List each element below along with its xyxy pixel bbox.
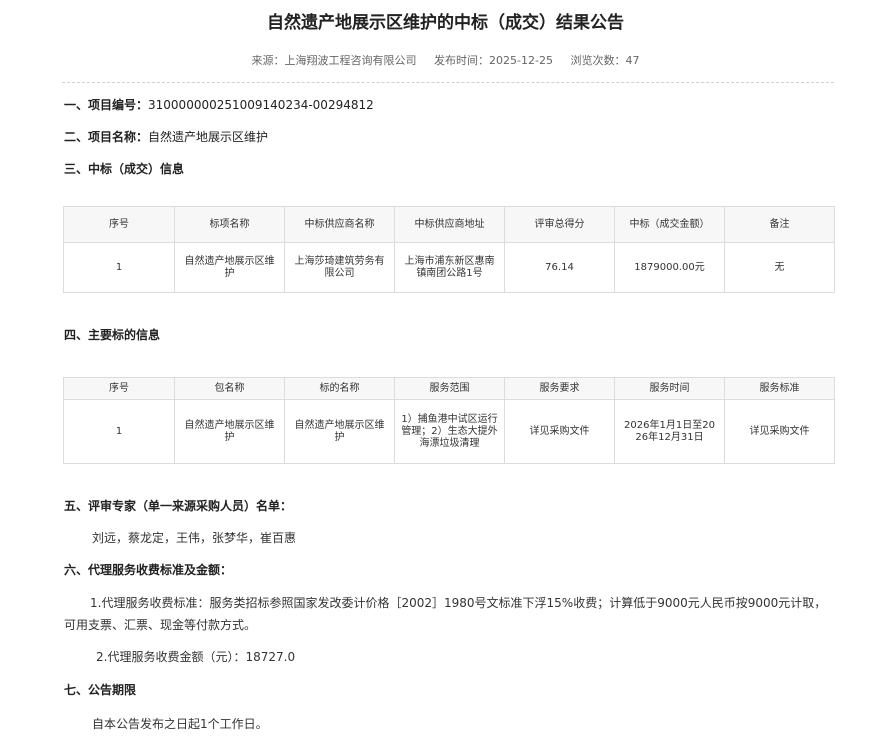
subject-info-heading: 四、主要标的信息 (64, 328, 161, 342)
award-header-cell: 中标供应商地址 (394, 206, 505, 243)
fee-standard-text: 1.代理服务收费标准：服务类招标参照国家发改委计价格［2002］1980号文标准… (64, 596, 827, 632)
award-table-header: 序号 标项名称 中标供应商名称 中标供应商地址 评审总得分 中标（成交金额） 备… (63, 206, 835, 243)
award-table: 序号 标项名称 中标供应商名称 中标供应商地址 评审总得分 中标（成交金额） 备… (63, 206, 835, 293)
source-label: 来源： (251, 54, 285, 67)
subject-cell-index: 1 (63, 399, 175, 464)
table-row: 1 自然遗产地展示区维护 自然遗产地展示区维护 1）捕鱼港中试区运行管理；2）生… (63, 399, 835, 464)
subject-table: 序号 包名称 标的名称 服务范围 服务要求 服务时间 服务标准 1 自然遗产地展… (63, 377, 835, 464)
award-info-heading: 三、中标（成交）信息 (64, 162, 185, 176)
award-cell-score: 76.14 (504, 242, 615, 293)
project-name-value: 自然遗产地展示区维护 (148, 130, 269, 144)
project-number-label: 一、项目编号： (64, 98, 149, 112)
award-header-cell: 中标供应商名称 (284, 206, 395, 243)
award-cell-amount: 1879000.00元 (614, 242, 725, 293)
experts-list: 刘远，蔡龙定，王伟，张梦华，崔百惠 (92, 531, 297, 545)
award-header-cell: 备注 (724, 206, 835, 243)
experts-heading: 五、评审专家（单一来源采购人员）名单： (64, 499, 293, 513)
project-name-line: 二、项目名称：自然遗产地展示区维护 (64, 128, 268, 145)
source-value: 上海翔波工程咨询有限公司 (284, 54, 417, 67)
subject-header-cell: 包名称 (174, 377, 285, 400)
article-meta: 来源：上海翔波工程咨询有限公司 发布时间：2025-12-25 浏览次数：47 (0, 52, 891, 68)
award-cell-lot-name: 自然遗产地展示区维护 (174, 242, 285, 293)
subject-cell-package-name: 自然遗产地展示区维护 (174, 399, 285, 464)
subject-header-cell: 服务要求 (504, 377, 615, 400)
subject-header-cell: 标的名称 (284, 377, 395, 400)
views-value: 47 (625, 54, 640, 67)
subject-cell-subject-name: 自然遗产地展示区维护 (284, 399, 395, 464)
subject-header-cell: 服务时间 (614, 377, 725, 400)
award-cell-supplier-address: 上海市浦东新区惠南镇南团公路1号 (394, 242, 505, 293)
subject-cell-service-time: 2026年1月1日至2026年12月31日 (614, 399, 725, 464)
view-count: 浏览次数：47 (570, 54, 639, 67)
date-label: 发布时间： (434, 54, 490, 67)
header-divider (62, 82, 834, 83)
subject-header-cell: 序号 (63, 377, 175, 400)
date-value: 2025-12-25 (489, 54, 553, 67)
views-label: 浏览次数： (570, 54, 626, 67)
award-cell-supplier-name: 上海莎琦建筑劳务有限公司 (284, 242, 395, 293)
subject-header-cell: 服务标准 (724, 377, 835, 400)
subject-header-cell: 服务范围 (394, 377, 505, 400)
subject-cell-service-scope: 1）捕鱼港中试区运行管理；2）生态大提外海漂垃圾清理 (394, 399, 505, 464)
subject-cell-service-standard: 详见采购文件 (724, 399, 835, 464)
award-cell-remark: 无 (724, 242, 835, 293)
fee-amount-text: 2.代理服务收费金额（元）：18727.0 (96, 650, 296, 664)
notice-period-heading: 七、公告期限 (64, 683, 137, 697)
project-number-value: 310000000251009140234-00294812 (148, 98, 374, 112)
notice-period-text: 自本公告发布之日起1个工作日。 (92, 717, 268, 731)
table-row: 1 自然遗产地展示区维护 上海莎琦建筑劳务有限公司 上海市浦东新区惠南镇南团公路… (63, 242, 835, 293)
page-title: 自然遗产地展示区维护的中标（成交）结果公告 (267, 13, 624, 33)
award-header-cell: 标项名称 (174, 206, 285, 243)
award-header-cell: 中标（成交金额） (614, 206, 725, 243)
publish-date: 发布时间：2025-12-25 (434, 54, 553, 67)
award-header-cell: 评审总得分 (504, 206, 615, 243)
project-name-label: 二、项目名称： (64, 130, 149, 144)
subject-cell-service-requirement: 详见采购文件 (504, 399, 615, 464)
project-number-line: 一、项目编号：310000000251009140234-00294812 (64, 96, 374, 113)
agency-fee-heading: 六、代理服务收费标准及金额： (64, 563, 233, 577)
award-cell-index: 1 (63, 242, 175, 293)
source-info: 来源：上海翔波工程咨询有限公司 (252, 54, 417, 67)
award-header-cell: 序号 (63, 206, 175, 243)
subject-table-header: 序号 包名称 标的名称 服务范围 服务要求 服务时间 服务标准 (63, 377, 835, 400)
